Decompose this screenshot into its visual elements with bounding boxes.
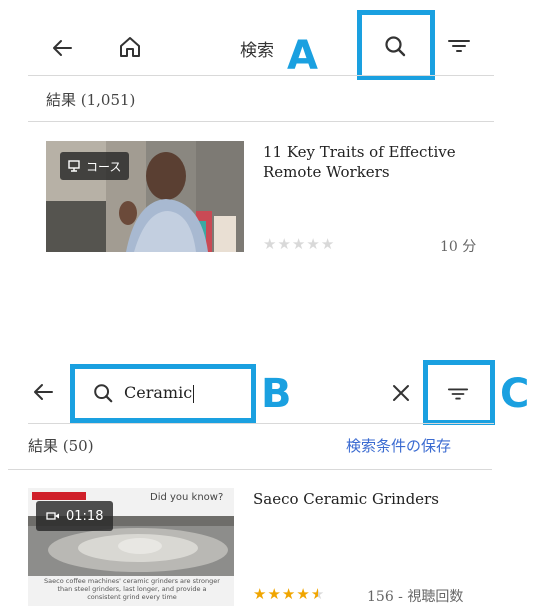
star-icon: ★	[291, 235, 307, 253]
video-thumbnail-caption: Saeco coffee machines' ceramic grinders …	[44, 577, 220, 601]
course-thumbnail[interactable]: コース	[46, 141, 244, 252]
annotation-marker-a: A	[287, 33, 318, 79]
results-divider	[28, 121, 494, 122]
back-arrow-icon	[34, 384, 53, 400]
course-badge-label: コース	[86, 159, 122, 174]
annotation-marker-b: B	[261, 371, 292, 417]
search-icon	[385, 36, 406, 57]
star-icon: ★	[320, 235, 336, 253]
home-icon	[120, 37, 140, 57]
filter-button[interactable]	[443, 32, 475, 60]
star-icon: ★	[263, 235, 278, 253]
star-half-icon: ★	[310, 585, 326, 603]
back-arrow-icon	[53, 40, 72, 56]
header-divider	[28, 75, 494, 76]
save-search-link[interactable]: 検索条件の保存	[346, 435, 451, 456]
results-count: 結果 (1,051)	[46, 91, 136, 109]
video-thumbnail-heading: Did you know?	[150, 492, 224, 503]
course-badge: コース	[60, 152, 130, 180]
back-button-search[interactable]	[28, 378, 58, 406]
annotation-marker-c: C	[500, 371, 530, 417]
search-icon	[94, 384, 113, 403]
close-icon	[393, 385, 409, 401]
search-header-divider	[28, 423, 494, 424]
video-duration-badge: 01:18	[36, 501, 114, 531]
filter-icon	[447, 388, 469, 400]
page-title: 検索	[240, 41, 274, 61]
star-icon: ★	[296, 585, 311, 603]
video-duration: 01:18	[66, 508, 104, 524]
search-button[interactable]	[373, 28, 417, 64]
search-input[interactable]: Ceramic	[80, 373, 246, 413]
video-thumbnail[interactable]: Did you know? Saeco coffee machines' cer…	[28, 488, 234, 606]
home-button[interactable]	[113, 32, 147, 62]
results-count-search: 結果 (50)	[28, 437, 94, 455]
star-icon: ★	[267, 585, 282, 603]
course-title[interactable]: 11 Key Traits of Effective Remote Worker…	[263, 142, 473, 182]
star-icon: ★	[306, 235, 321, 253]
video-rating: ★★★★★	[253, 584, 325, 603]
course-icon	[68, 160, 80, 172]
video-views: 156 - 視聴回数	[367, 589, 464, 605]
star-icon: ★	[277, 235, 292, 253]
filter-button-search[interactable]	[438, 379, 478, 409]
star-icon: ★	[281, 585, 297, 603]
clear-search-button[interactable]	[386, 378, 416, 408]
star-icon: ★	[253, 585, 268, 603]
video-icon	[46, 512, 59, 520]
back-button[interactable]	[46, 34, 78, 62]
video-title[interactable]: Saeco Ceramic Grinders	[253, 489, 483, 509]
filter-icon	[448, 40, 470, 52]
search-input-value: Ceramic	[124, 383, 193, 403]
results-divider-search	[8, 469, 492, 470]
text-cursor	[193, 384, 195, 403]
course-duration: 10 分	[440, 239, 477, 255]
course-rating: ★★★★★	[263, 234, 335, 253]
